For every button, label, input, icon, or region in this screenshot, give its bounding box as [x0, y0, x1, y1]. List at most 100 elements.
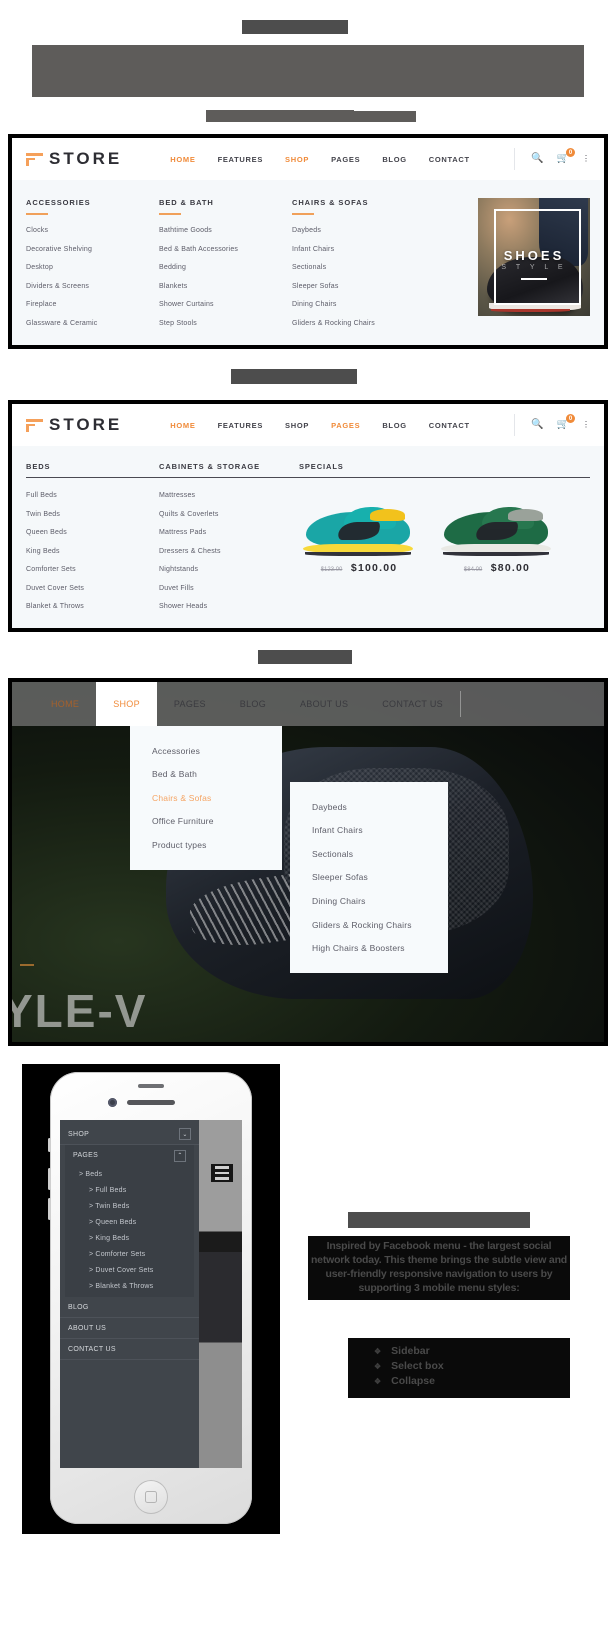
- list-item[interactable]: Comforter Sets: [26, 566, 159, 573]
- list-icon[interactable]: ⋮: [582, 421, 590, 429]
- dropdown-item-office-furniture[interactable]: Office Furniture: [130, 810, 282, 834]
- submenu-item-daybeds[interactable]: Daybeds: [290, 795, 448, 819]
- dropdown-item-chairs-sofas[interactable]: Chairs & Sofas: [130, 786, 282, 810]
- search-icon[interactable]: 🔍: [531, 154, 543, 164]
- list-item[interactable]: Duvet Fills: [159, 585, 299, 592]
- list-item[interactable]: King Beds: [26, 548, 159, 555]
- brand-logo[interactable]: STORE: [26, 149, 122, 169]
- hero-nav-about-us[interactable]: ABOUT US: [283, 682, 365, 726]
- hero-nav-blog[interactable]: BLOG: [223, 682, 283, 726]
- list-icon[interactable]: ⋮: [582, 155, 590, 163]
- product-old-price: $84.00: [463, 567, 483, 573]
- mobile-menu-item-pages[interactable]: PAGES ⌃: [65, 1145, 194, 1166]
- list-item[interactable]: Bedding: [159, 264, 292, 271]
- nav-item-shop[interactable]: SHOP: [285, 155, 309, 164]
- phone-volume-down-button[interactable]: [48, 1198, 51, 1220]
- list-item[interactable]: Fireplace: [26, 301, 159, 308]
- list-item[interactable]: Shower Curtains: [159, 301, 292, 308]
- nav-item-blog[interactable]: BLOG: [382, 421, 406, 430]
- submenu-item-infant-chairs[interactable]: Infant Chairs: [290, 819, 448, 843]
- nav-item-pages[interactable]: PAGES: [331, 155, 360, 164]
- list-item[interactable]: Nightstands: [159, 566, 299, 573]
- list-item[interactable]: Full Beds: [26, 492, 159, 499]
- submenu-item-sectionals[interactable]: Sectionals: [290, 842, 448, 866]
- mobile-subitem-full-beds[interactable]: > Full Beds: [65, 1182, 194, 1198]
- mobile-menu-item-contact-us[interactable]: CONTACT US: [60, 1339, 199, 1360]
- submenu-item-gliders-rocking-chairs[interactable]: Gliders & Rocking Chairs: [290, 913, 448, 937]
- mobile-menu-item-blog[interactable]: BLOG: [60, 1297, 199, 1318]
- nav-item-home[interactable]: HOME: [170, 155, 195, 164]
- nav-item-contact[interactable]: CONTACT: [429, 155, 470, 164]
- list-item[interactable]: Desktop: [26, 264, 159, 271]
- list-item[interactable]: Duvet Cover Sets: [26, 585, 159, 592]
- phone-volume-up-button[interactable]: [48, 1168, 51, 1190]
- nav-item-pages[interactable]: PAGES: [331, 421, 360, 430]
- list-item[interactable]: Bathtime Goods: [159, 227, 292, 234]
- dropdown-item-product-types[interactable]: Product types: [130, 834, 282, 858]
- chevron-up-icon[interactable]: ⌃: [174, 1149, 186, 1162]
- shoes-promo-banner[interactable]: SHOES S T Y L E: [478, 198, 590, 316]
- mobile-menu-label: CONTACT US: [68, 1345, 116, 1353]
- heading-underline: [292, 213, 314, 215]
- product-card[interactable]: $123.00 $100.00: [299, 504, 419, 574]
- nav-item-blog[interactable]: BLOG: [382, 155, 406, 164]
- nav-item-contact[interactable]: CONTACT: [429, 421, 470, 430]
- list-item[interactable]: Sleeper Sofas: [292, 283, 440, 290]
- list-item[interactable]: Bed & Bath Accessories: [159, 246, 292, 253]
- hero-nav-shop[interactable]: SHOP: [96, 682, 157, 726]
- list-item[interactable]: Dividers & Screens: [26, 283, 159, 290]
- mobile-subitem-king-beds[interactable]: > King Beds: [65, 1230, 194, 1246]
- list-item[interactable]: Sectionals: [292, 264, 440, 271]
- cart-count-badge: 0: [566, 414, 575, 423]
- submenu-item-sleeper-sofas[interactable]: Sleeper Sofas: [290, 866, 448, 890]
- submenu-item-high-chairs-boosters[interactable]: High Chairs & Boosters: [290, 937, 448, 961]
- nav-item-features[interactable]: FEATURES: [218, 155, 263, 164]
- phone-home-button[interactable]: [134, 1480, 168, 1514]
- mobile-subitem-twin-beds[interactable]: > Twin Beds: [65, 1198, 194, 1214]
- list-item[interactable]: Dressers & Chests: [159, 548, 299, 555]
- list-item[interactable]: Glassware & Ceramic: [26, 320, 159, 327]
- mobile-menu-item-about-us[interactable]: ABOUT US: [60, 1318, 199, 1339]
- nav-item-home[interactable]: HOME: [170, 421, 195, 430]
- hero-nav-pages[interactable]: PAGES: [157, 682, 223, 726]
- list-item[interactable]: Daybeds: [292, 227, 440, 234]
- list-item[interactable]: Twin Beds: [26, 511, 159, 518]
- hero-nav-contact-us[interactable]: CONTACT US: [365, 682, 460, 726]
- mobile-subitem-duvet-cover-sets[interactable]: > Duvet Cover Sets: [65, 1262, 194, 1278]
- hamburger-icon[interactable]: [211, 1164, 233, 1182]
- list-item[interactable]: Shower Heads: [159, 603, 299, 610]
- list-item[interactable]: Quilts & Coverlets: [159, 511, 299, 518]
- list-item[interactable]: Mattress Pads: [159, 529, 299, 536]
- list-item[interactable]: Queen Beds: [26, 529, 159, 536]
- list-item[interactable]: Step Stools: [159, 320, 292, 327]
- dropdown-item-accessories[interactable]: Accessories: [130, 739, 282, 763]
- list-item[interactable]: Infant Chairs: [292, 246, 440, 253]
- list-item[interactable]: Dining Chairs: [292, 301, 440, 308]
- list-item[interactable]: Decorative Shelving: [26, 246, 159, 253]
- mobile-subitem-comforter-sets[interactable]: > Comforter Sets: [65, 1246, 194, 1262]
- submenu-item-dining-chairs[interactable]: Dining Chairs: [290, 890, 448, 914]
- hero-nav-home[interactable]: HOME: [34, 682, 96, 726]
- list-item[interactable]: Gliders & Rocking Chairs: [292, 320, 440, 327]
- nav-item-features[interactable]: FEATURES: [218, 421, 263, 430]
- bullet-label: Collapse: [391, 1375, 435, 1388]
- mobile-menu-item-shop[interactable]: SHOP ⌄: [60, 1124, 199, 1145]
- search-icon[interactable]: 🔍: [531, 420, 543, 430]
- nav-item-shop[interactable]: SHOP: [285, 421, 309, 430]
- list-item[interactable]: Clocks: [26, 227, 159, 234]
- cart-icon[interactable]: 🛒 0: [557, 148, 575, 164]
- list-item: ❖ Sidebar: [348, 1344, 570, 1359]
- mobile-subitem-blanket-throws[interactable]: > Blanket & Throws: [65, 1278, 194, 1294]
- mobile-subitem-beds[interactable]: > Beds: [65, 1166, 194, 1182]
- mobile-subitem-queen-beds[interactable]: > Queen Beds: [65, 1214, 194, 1230]
- product-card[interactable]: $84.00 $80.00: [437, 504, 557, 574]
- cart-icon[interactable]: 🛒 0: [557, 414, 575, 430]
- brand-logo[interactable]: STORE: [26, 415, 122, 435]
- chevron-down-icon[interactable]: ⌄: [179, 1128, 191, 1140]
- dropdown-item-bed-bath[interactable]: Bed & Bath: [130, 763, 282, 787]
- list-item[interactable]: Blankets: [159, 283, 292, 290]
- list-item[interactable]: Mattresses: [159, 492, 299, 499]
- list-item[interactable]: Blanket & Throws: [26, 603, 159, 610]
- phone-mute-switch[interactable]: [48, 1138, 51, 1152]
- column-heading: ACCESSORIES: [26, 198, 91, 207]
